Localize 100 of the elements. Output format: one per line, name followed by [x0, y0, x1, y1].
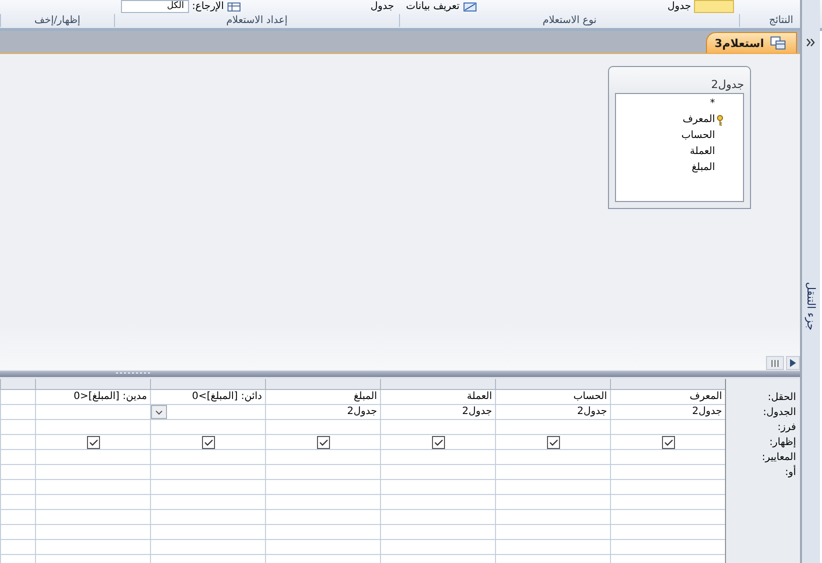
- scrollbar-thumb-icon[interactable]: [766, 356, 784, 370]
- grid-cell[interactable]: [265, 525, 380, 540]
- grid-cell[interactable]: [0, 480, 35, 495]
- grid-cell[interactable]: [0, 525, 35, 540]
- grid-cell[interactable]: [35, 525, 150, 540]
- grid-cell[interactable]: العملة: [380, 390, 495, 405]
- column-selector[interactable]: [150, 379, 265, 390]
- grid-cell[interactable]: [610, 480, 725, 495]
- grid-cell[interactable]: [495, 480, 610, 495]
- grid-cell[interactable]: [610, 450, 725, 465]
- grid-cell[interactable]: [0, 405, 35, 420]
- grid-cell[interactable]: [150, 420, 265, 435]
- grid-cell[interactable]: [495, 540, 610, 555]
- grid-cell[interactable]: جدول2: [610, 405, 725, 420]
- grid-cell[interactable]: جدول2: [265, 405, 380, 420]
- grid-cell[interactable]: [0, 540, 35, 555]
- show-checkbox[interactable]: [202, 436, 214, 448]
- grid-cell[interactable]: المبلغ: [265, 390, 380, 405]
- expand-chevron-icon[interactable]: [806, 38, 816, 47]
- grid-cell[interactable]: [150, 465, 265, 480]
- grid-cell[interactable]: [150, 405, 265, 420]
- column-selector[interactable]: [35, 379, 150, 390]
- show-checkbox[interactable]: [662, 436, 674, 448]
- grid-cell[interactable]: [265, 540, 380, 555]
- grid-cell[interactable]: [35, 480, 150, 495]
- grid-cell[interactable]: [150, 450, 265, 465]
- grid-cell[interactable]: [265, 495, 380, 510]
- grid-cell[interactable]: [0, 450, 35, 465]
- grid-cell[interactable]: جدول2: [380, 405, 495, 420]
- column-selector[interactable]: [495, 379, 610, 390]
- grid-cell[interactable]: [495, 435, 610, 450]
- grid-cell[interactable]: [0, 465, 35, 480]
- grid-cell[interactable]: [610, 525, 725, 540]
- ribbon-button-label[interactable]: تعريف بيانات: [406, 1, 460, 12]
- show-checkbox[interactable]: [546, 436, 560, 448]
- grid-cell[interactable]: [265, 435, 380, 450]
- grid-cell[interactable]: [35, 465, 150, 480]
- ribbon-button-label[interactable]: الإرجاع:: [192, 1, 224, 12]
- column-selector[interactable]: [380, 379, 495, 390]
- field-list-item[interactable]: العملة: [690, 144, 715, 160]
- grid-cell[interactable]: [35, 450, 150, 465]
- grid-cell[interactable]: الحساب: [495, 390, 610, 405]
- return-field[interactable]: الكل: [121, 0, 189, 13]
- grid-cell[interactable]: [35, 435, 150, 450]
- grid-cell[interactable]: [380, 495, 495, 510]
- grid-cell[interactable]: [35, 510, 150, 525]
- grid-cell[interactable]: [495, 420, 610, 435]
- field-list-item[interactable]: المعرف: [682, 112, 715, 128]
- grid-cell[interactable]: [610, 465, 725, 480]
- grid-cell[interactable]: [265, 420, 380, 435]
- grid-cell[interactable]: [610, 420, 725, 435]
- grid-cell[interactable]: [150, 540, 265, 555]
- grid-cell[interactable]: [150, 435, 265, 450]
- field-list-item[interactable]: *: [710, 96, 715, 112]
- column-selector[interactable]: [610, 379, 725, 390]
- grid-cell[interactable]: [150, 480, 265, 495]
- field-list-item[interactable]: المبلغ: [692, 160, 715, 176]
- grid-cell[interactable]: [495, 495, 610, 510]
- document-tab[interactable]: استعلام3: [706, 32, 797, 53]
- grid-cell[interactable]: [0, 495, 35, 510]
- grid-cell[interactable]: [265, 480, 380, 495]
- table-field-list-panel[interactable]: جدول2 * المعرف الحساب العملة المبلغ: [608, 66, 751, 209]
- grid-cell[interactable]: [610, 510, 725, 525]
- grid-cell[interactable]: [495, 525, 610, 540]
- column-selector[interactable]: [265, 379, 380, 390]
- navigation-pane-label[interactable]: جزء التنقل: [804, 282, 818, 330]
- grid-cell[interactable]: [150, 525, 265, 540]
- show-checkbox[interactable]: [316, 436, 330, 448]
- field-list-item[interactable]: الحساب: [681, 128, 715, 144]
- grid-cell[interactable]: [0, 420, 35, 435]
- grid-cell[interactable]: [0, 510, 35, 525]
- grid-cell[interactable]: [380, 480, 495, 495]
- grid-cell[interactable]: [610, 435, 725, 450]
- column-selector[interactable]: [0, 379, 35, 390]
- grid-cell[interactable]: [495, 450, 610, 465]
- grid-cell[interactable]: [495, 510, 610, 525]
- grid-cell[interactable]: [150, 495, 265, 510]
- grid-cell[interactable]: [35, 495, 150, 510]
- grid-cell[interactable]: [265, 450, 380, 465]
- show-checkbox[interactable]: [86, 436, 100, 448]
- grid-cell[interactable]: [610, 540, 725, 555]
- show-checkbox[interactable]: [432, 436, 444, 448]
- grid-cell[interactable]: جدول2: [495, 405, 610, 420]
- grid-cell[interactable]: [35, 420, 150, 435]
- grid-cell[interactable]: [265, 465, 380, 480]
- grid-cell[interactable]: [380, 450, 495, 465]
- grid-cell[interactable]: [150, 510, 265, 525]
- grid-cell[interactable]: [0, 390, 35, 405]
- grid-cell[interactable]: [380, 540, 495, 555]
- grid-cell[interactable]: [380, 465, 495, 480]
- data-definition-icon[interactable]: [462, 2, 477, 12]
- grid-cell[interactable]: المعرف: [610, 390, 725, 405]
- grid-cell[interactable]: [380, 510, 495, 525]
- grid-cell[interactable]: [495, 465, 610, 480]
- grid-cell[interactable]: [380, 420, 495, 435]
- grid-cell[interactable]: [380, 435, 495, 450]
- ribbon-button-label[interactable]: جدول: [370, 1, 394, 12]
- grid-cell[interactable]: [380, 525, 495, 540]
- grid-cell[interactable]: مدين: [المبلغ]<0: [35, 390, 150, 405]
- grid-cell[interactable]: [610, 495, 725, 510]
